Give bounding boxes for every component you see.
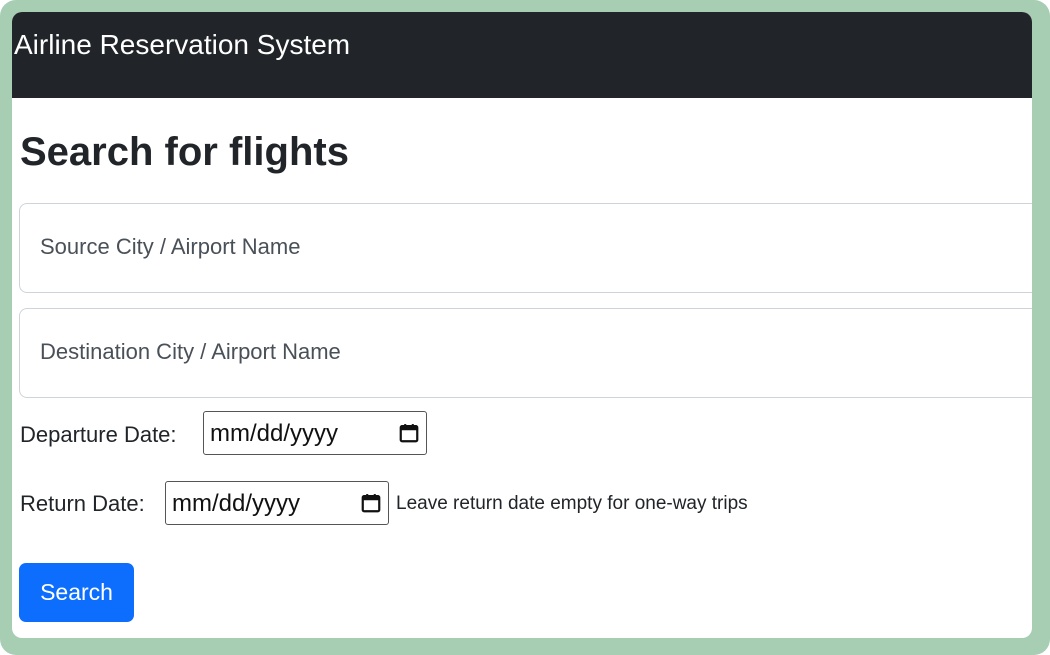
source-city-placeholder: Source City / Airport Name (40, 234, 301, 259)
browser-viewport: Airline Reservation System Search for fl… (12, 12, 1032, 638)
page-title: Search for flights (20, 130, 349, 174)
source-city-input[interactable]: Source City / Airport Name (19, 203, 1032, 293)
destination-city-placeholder: Destination City / Airport Name (40, 339, 341, 364)
search-button[interactable]: Search (19, 563, 134, 622)
return-date-hint: Leave return date empty for one-way trip… (396, 493, 748, 514)
navbar: Airline Reservation System (12, 12, 1032, 98)
return-date-label: Return Date: (20, 491, 145, 516)
calendar-icon[interactable] (360, 492, 382, 514)
navbar-brand[interactable]: Airline Reservation System (14, 29, 350, 61)
destination-city-input[interactable]: Destination City / Airport Name (19, 308, 1032, 398)
departure-date-input[interactable]: mm/dd/yyyy (203, 411, 427, 455)
return-date-placeholder: mm/dd/yyyy (172, 490, 301, 517)
departure-date-label: Departure Date: (20, 422, 177, 447)
departure-date-placeholder: mm/dd/yyyy (210, 420, 339, 447)
return-date-input[interactable]: mm/dd/yyyy (165, 481, 389, 525)
calendar-icon[interactable] (398, 422, 420, 444)
